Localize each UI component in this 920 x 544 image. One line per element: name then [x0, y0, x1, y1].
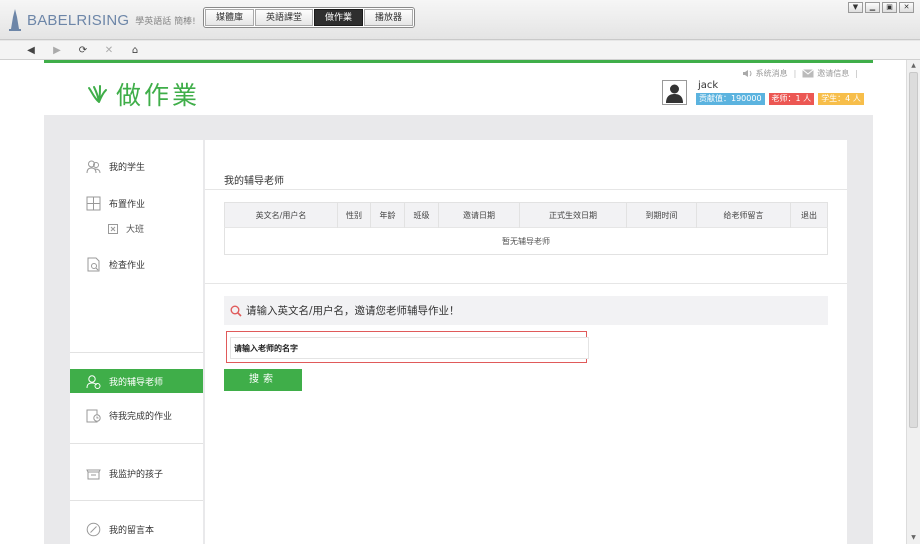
window-controls: ▼ ▁ ▣ ✕	[846, 2, 914, 13]
system-message-link[interactable]: 系统消息	[742, 68, 788, 79]
teacher-name-input[interactable]	[230, 337, 589, 359]
tab-english-class[interactable]: 英語課堂	[255, 9, 314, 26]
tab-player[interactable]: 播放器	[364, 9, 414, 26]
scroll-up-icon[interactable]: ▲	[907, 60, 920, 72]
table-row: 暂无辅导老师	[224, 227, 828, 255]
tower-logo-icon	[9, 9, 21, 31]
app-brand: BABELRISING	[27, 11, 130, 29]
sidebar: 我的学生 布置作业 大班 检查作业 我的辅导老师 待我完成的作业 我监护的孩子 …	[70, 140, 203, 544]
scroll-thumb[interactable]	[909, 72, 918, 428]
user-badges: 贡献值：190000 老师：1 人 学生：4 人	[696, 93, 868, 105]
sidebar-item-assign-homework[interactable]: 布置作业	[70, 191, 203, 215]
user-avatar-icon	[666, 84, 683, 103]
link-separator: |	[855, 69, 858, 78]
class-icon	[108, 223, 118, 234]
search-icon	[230, 305, 242, 317]
teacher-name-input-frame	[226, 331, 589, 363]
section-divider	[205, 283, 847, 284]
refresh-icon[interactable]: ⟳	[70, 45, 96, 56]
empty-table-message: 暂无辅导老师	[224, 227, 828, 255]
children-icon	[86, 469, 101, 479]
sidebar-subitem-big-class[interactable]: 大班	[108, 222, 144, 235]
search-prompt-bar: 请输入英文名/用户名，邀请您老师辅导作业！	[224, 296, 828, 325]
window-menu-icon[interactable]: ▼	[848, 2, 863, 13]
browser-nav-bar: ◀ ▶ ⟳ ✕ ⌂	[0, 41, 920, 60]
col-header: 性别	[337, 202, 371, 228]
avatar[interactable]	[662, 80, 687, 105]
envelope-icon	[802, 69, 815, 78]
top-links: 系统消息 | 邀请信息 |	[736, 68, 858, 79]
student-count-badge: 学生：4 人	[818, 93, 864, 105]
check-homework-icon	[87, 257, 100, 271]
section-divider	[205, 189, 847, 190]
app-titlebar: BABELRISING 學英語話 簡棒! 媒體庫 英語課堂 做作業 播放器 ▼ …	[0, 0, 920, 40]
sidebar-item-check-homework[interactable]: 检查作业	[70, 252, 203, 276]
page-header-title: 做作業	[86, 76, 200, 112]
teacher-count-badge: 老师：1 人	[768, 93, 815, 105]
col-header: 年龄	[370, 202, 405, 228]
user-name: jack	[698, 80, 719, 91]
tab-media-library[interactable]: 媒體庫	[205, 9, 255, 26]
app-tabs: 媒體庫 英語課堂 做作業 播放器	[203, 7, 416, 28]
leaf-logo-icon	[88, 85, 107, 103]
forward-icon[interactable]: ▶	[44, 45, 70, 56]
sidebar-divider	[70, 352, 203, 353]
sidebar-item-my-tutor[interactable]: 我的辅导老师	[70, 369, 203, 393]
tutor-icon	[86, 374, 101, 389]
sidebar-item-pending-homework[interactable]: 待我完成的作业	[70, 403, 203, 427]
pending-homework-icon	[86, 409, 101, 422]
col-header: 退出	[790, 202, 828, 228]
page-title: 做作業	[116, 81, 201, 110]
col-header: 给老师留言	[696, 202, 791, 228]
sidebar-item-my-students[interactable]: 我的学生	[70, 154, 203, 178]
sidebar-divider	[70, 500, 203, 501]
speaker-icon	[742, 70, 752, 77]
back-icon[interactable]: ◀	[18, 45, 44, 56]
link-separator: |	[793, 69, 797, 78]
section-title: 我的辅导老师	[224, 176, 284, 187]
tutor-table: 英文名/用户名 性别 年龄 班级 邀请日期 正式生效日期 到期时间 给老师留言 …	[224, 202, 828, 255]
page-scrollbar[interactable]: ▲ ▼	[906, 60, 920, 544]
col-header: 到期时间	[626, 202, 697, 228]
tab-homework[interactable]: 做作業	[314, 9, 364, 26]
close-icon[interactable]: ✕	[899, 2, 914, 13]
col-header: 正式生效日期	[519, 202, 627, 228]
search-button[interactable]: 搜索	[224, 369, 302, 391]
col-header: 邀请日期	[438, 202, 520, 228]
app-tagline: 學英語話 簡棒!	[135, 16, 196, 27]
assign-homework-icon	[86, 196, 101, 210]
minimize-icon[interactable]: ▁	[865, 2, 880, 13]
main-panel: 我的辅导老师 英文名/用户名 性别 年龄 班级 邀请日期 正式生效日期 到期时间…	[205, 140, 847, 544]
contribution-badge: 贡献值：190000	[696, 93, 765, 105]
students-icon	[86, 160, 101, 173]
invite-message-link[interactable]: 邀请信息	[802, 68, 849, 79]
sidebar-divider	[70, 443, 203, 444]
restore-icon[interactable]: ▣	[882, 2, 897, 13]
stop-icon[interactable]: ✕	[96, 45, 122, 56]
sidebar-item-my-children[interactable]: 我监护的孩子	[70, 461, 203, 485]
col-header: 班级	[404, 202, 439, 228]
guestbook-icon	[86, 522, 101, 536]
sidebar-item-guestbook[interactable]: 我的留言本	[70, 517, 203, 541]
top-accent-line	[44, 60, 873, 63]
scroll-down-icon[interactable]: ▼	[907, 532, 920, 544]
home-icon[interactable]: ⌂	[122, 45, 148, 56]
col-header: 英文名/用户名	[224, 202, 338, 228]
app-logo: BABELRISING 學英語話 簡棒!	[8, 7, 196, 33]
search-prompt: 请输入英文名/用户名，邀请您老师辅导作业！	[246, 305, 460, 317]
